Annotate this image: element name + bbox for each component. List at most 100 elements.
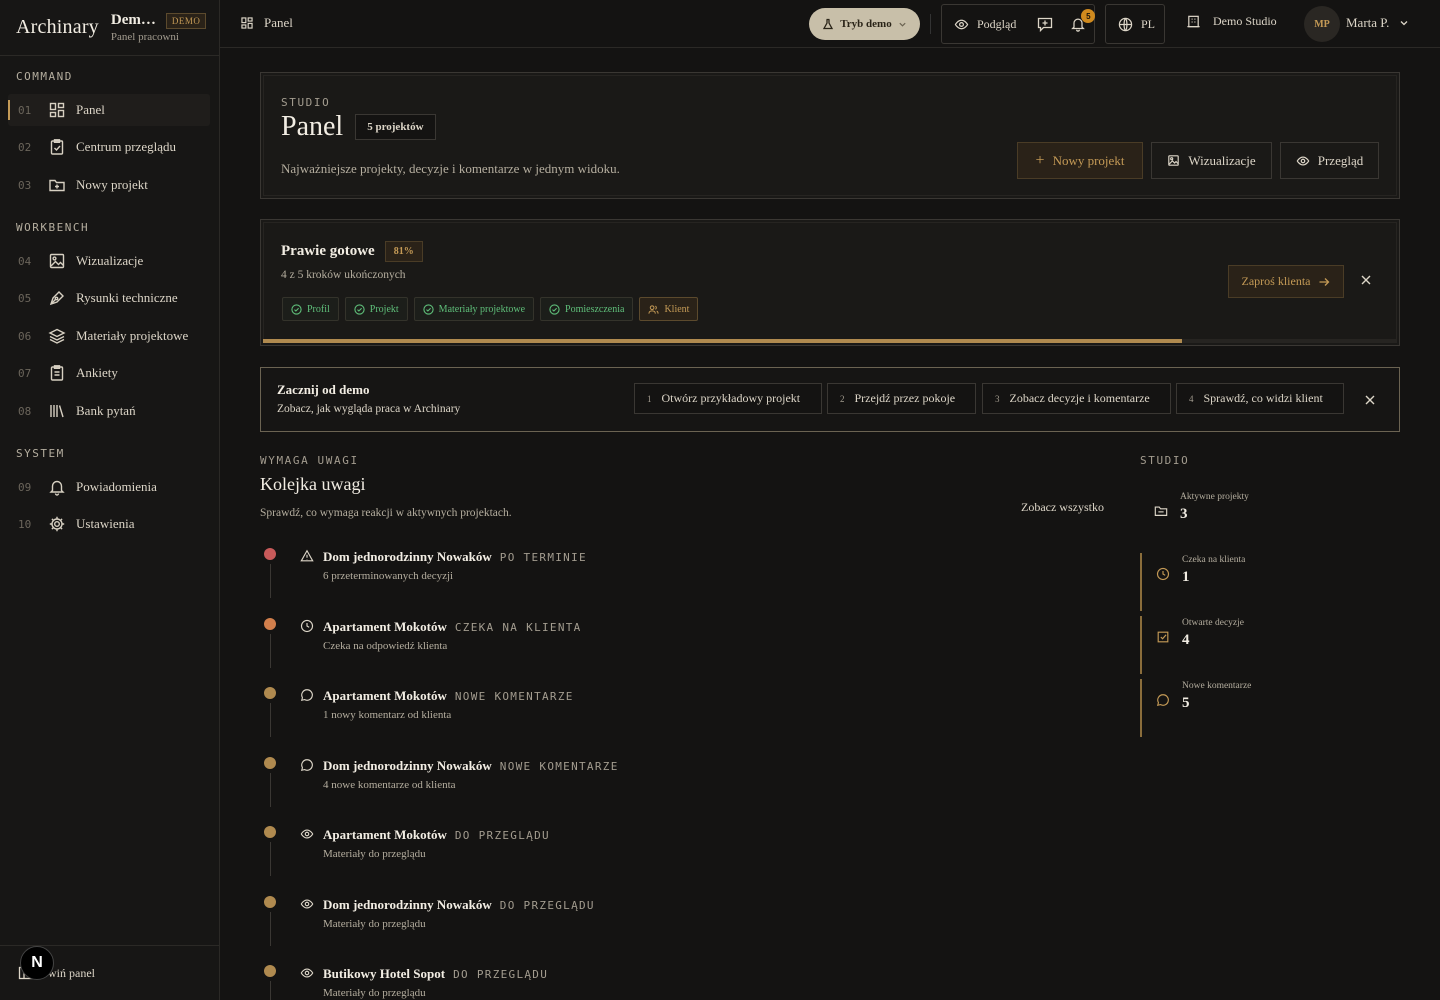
queue-item-status: PO TERMINIE bbox=[499, 551, 587, 564]
demo-title: Zacznij od demo bbox=[277, 382, 370, 397]
step-label: Sprawdź, co widzi klient bbox=[1203, 391, 1323, 405]
sidebar-item-surveys[interactable]: 07 Ankiety bbox=[8, 357, 210, 389]
pen-tool-icon bbox=[48, 289, 66, 307]
queue-item[interactable]: Apartament Mokotów NOWE KOMENTARZE 1 nowy … bbox=[260, 687, 980, 747]
nav-label: Bank pytań bbox=[76, 403, 136, 418]
stats-eyebrow: STUDIO bbox=[1140, 454, 1190, 467]
stat-card[interactable]: Aktywne projekty 3 bbox=[1140, 490, 1300, 548]
stat-card[interactable]: Otwarte decyzje 4 bbox=[1140, 616, 1300, 674]
queue-item[interactable]: Butikowy Hotel Sopot DO PRZEGLĄDU Materiał… bbox=[260, 965, 980, 1000]
stat-card[interactable]: Czeka na klienta 1 bbox=[1140, 553, 1300, 611]
preview-button[interactable]: Podgląd bbox=[942, 5, 1028, 43]
chip-materials[interactable]: Materiały projektowe bbox=[413, 297, 535, 321]
sidebar-item-visualizations[interactable]: 04 Wizualizacje bbox=[8, 245, 210, 277]
review-button[interactable]: Przegląd bbox=[1280, 142, 1379, 179]
demo-card: Zacznij od demo Zobacz, jak wygląda prac… bbox=[260, 367, 1400, 432]
chip-rooms[interactable]: Pomieszczenia bbox=[540, 297, 634, 321]
breadcrumb-label: Panel bbox=[264, 15, 293, 30]
warning-icon bbox=[300, 549, 316, 565]
chip-project[interactable]: Projekt bbox=[344, 297, 408, 321]
queue-item[interactable]: Dom jednorodzinny Nowaków DO PRZEGLĄDU Mat… bbox=[260, 895, 980, 956]
step-num: 3 bbox=[995, 393, 1000, 404]
nav-label: Wizualizacje bbox=[76, 253, 144, 268]
n-badge[interactable]: N bbox=[20, 946, 54, 980]
chip-label: Pomieszczenia bbox=[565, 303, 625, 315]
nav-num: 03 bbox=[18, 178, 32, 192]
demo-subtitle: Zobacz, jak wygląda praca w Archinary bbox=[277, 403, 461, 415]
user-menu[interactable]: Marta P. bbox=[1346, 15, 1409, 31]
avatar[interactable]: MP bbox=[1304, 6, 1340, 42]
stat-card[interactable]: Nowe komentarze 5 bbox=[1140, 679, 1300, 737]
timeline-line bbox=[270, 703, 271, 737]
sidebar-item-technical-drawings[interactable]: 05 Rysunki techniczne bbox=[8, 282, 210, 314]
invite-client-button[interactable]: Zaproś klienta bbox=[1228, 265, 1344, 298]
studio-selector[interactable]: Demo Studio bbox=[1186, 14, 1277, 29]
demo-step-3[interactable]: 3 Zobacz decyzje i komentarze bbox=[982, 383, 1171, 414]
comment-icon bbox=[1156, 693, 1170, 707]
onboarding-chips: Profil Projekt Materiały projektowe Pomi… bbox=[282, 297, 699, 321]
queue-item[interactable]: Apartament Mokotów DO PRZEGLĄDU Materiały … bbox=[260, 826, 980, 886]
demo-mode-toggle[interactable]: Tryb demo bbox=[809, 8, 920, 40]
sidebar-item-review-center[interactable]: 02 Centrum przeglądu bbox=[8, 131, 210, 163]
queue-subtitle: Sprawdź, co wymaga reakcji w aktywnych p… bbox=[260, 507, 512, 519]
visualizations-button[interactable]: Wizualizacje bbox=[1151, 142, 1272, 179]
sidebar-item-panel[interactable]: 01 Panel bbox=[8, 94, 210, 126]
nav-label: Powiadomienia bbox=[76, 479, 157, 494]
demo-step-4[interactable]: 4 Sprawdź, co widzi klient bbox=[1176, 383, 1344, 414]
chip-client[interactable]: Klient bbox=[639, 297, 699, 321]
close-icon[interactable] bbox=[1364, 394, 1376, 406]
sidebar-item-new-project[interactable]: 03 Nowy projekt bbox=[8, 169, 210, 201]
clock-icon bbox=[1156, 567, 1170, 581]
chevron-down-icon bbox=[1399, 18, 1409, 28]
queue-title: Kolejka uwagi bbox=[260, 474, 366, 494]
stat-label: Nowe komentarze bbox=[1182, 681, 1252, 691]
clock-icon bbox=[300, 619, 316, 635]
queue-item[interactable]: Dom jednorodzinny Nowaków PO TERMINIE 6 pr… bbox=[260, 548, 980, 608]
building-icon bbox=[1186, 14, 1201, 29]
eye-icon bbox=[300, 897, 316, 913]
language-button[interactable]: PL bbox=[1106, 5, 1167, 43]
step-num: 2 bbox=[840, 393, 845, 404]
step-label: Otwórz przykładowy projekt bbox=[661, 391, 801, 405]
page-subtitle: Najważniejsze projekty, decyzje i koment… bbox=[281, 161, 620, 176]
new-project-button[interactable]: + Nowy projekt bbox=[1017, 142, 1143, 179]
notifications-button[interactable]: 5 bbox=[1062, 5, 1096, 43]
sidebar-item-design-materials[interactable]: 06 Materiały projektowe bbox=[8, 320, 210, 352]
queue-item[interactable]: Apartament Mokotów CZEKA NA KLIENTA Czeka … bbox=[260, 617, 980, 678]
users-icon bbox=[648, 304, 660, 315]
demo-step-2[interactable]: 2 Przejdź przez pokoje bbox=[827, 383, 976, 414]
queue-item-status: NOWE KOMENTARZE bbox=[454, 690, 574, 703]
sidebar-item-question-bank[interactable]: 08 Bank pytań bbox=[8, 395, 210, 427]
demo-mode-label: Tryb demo bbox=[840, 18, 892, 30]
workspace-switcher[interactable]: Dem… DEMO Panel pracowni bbox=[111, 12, 207, 43]
clipboard-list-icon bbox=[48, 364, 66, 382]
chevron-down-icon bbox=[898, 20, 907, 29]
queue-item[interactable]: Dom jednorodzinny Nowaków NOWE KOMENTARZE… bbox=[260, 756, 980, 817]
brand-logo[interactable]: Archinary bbox=[16, 16, 99, 39]
chip-profile[interactable]: Profil bbox=[282, 297, 339, 321]
queue-item-name: Apartament Mokotów bbox=[323, 618, 447, 634]
nav-label: Rysunki techniczne bbox=[76, 290, 178, 305]
close-icon[interactable] bbox=[1360, 274, 1372, 286]
library-icon bbox=[48, 402, 66, 420]
nav-num: 05 bbox=[18, 291, 32, 305]
breadcrumb[interactable]: Panel bbox=[240, 15, 293, 31]
add-comment-button[interactable] bbox=[1028, 5, 1062, 43]
chip-label: Projekt bbox=[369, 303, 399, 315]
see-all-link[interactable]: Zobacz wszystko bbox=[1021, 500, 1104, 515]
layers-icon bbox=[48, 327, 66, 345]
demo-step-1[interactable]: 1 Otwórz przykładowy projekt bbox=[634, 383, 822, 414]
stat-value: 4 bbox=[1182, 632, 1190, 648]
status-dot bbox=[264, 965, 276, 977]
step-label: Przejdź przez pokoje bbox=[854, 391, 956, 405]
timeline-line bbox=[270, 981, 271, 1000]
language-selector[interactable]: PL bbox=[1105, 4, 1165, 44]
sidebar-item-settings[interactable]: 10 Ustawienia bbox=[8, 508, 210, 540]
stat-value: 3 bbox=[1180, 506, 1188, 522]
timeline-line bbox=[270, 911, 271, 946]
gear-icon bbox=[48, 515, 66, 533]
sidebar-item-notifications[interactable]: 09 Powiadomienia bbox=[8, 471, 210, 503]
nav-num: 01 bbox=[18, 103, 32, 117]
nav-num: 07 bbox=[18, 366, 32, 380]
step-num: 4 bbox=[1189, 393, 1194, 404]
